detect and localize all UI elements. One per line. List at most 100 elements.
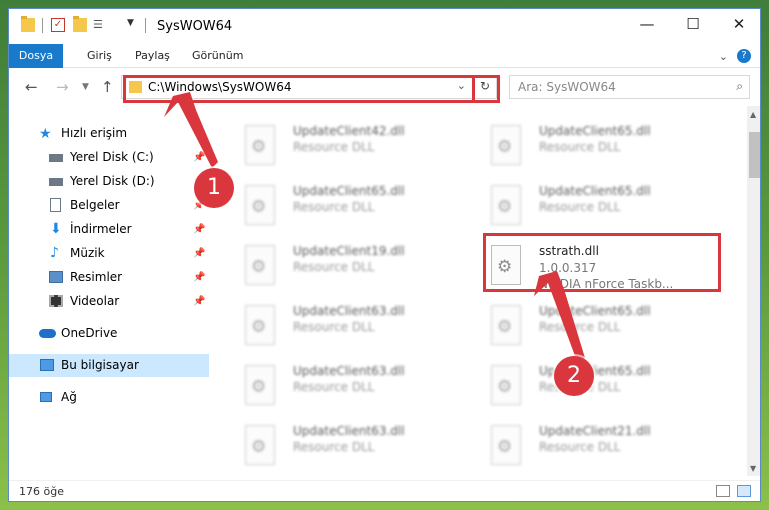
tiles-view-icon[interactable] [737,485,751,497]
tab-home[interactable]: Giriş [77,44,122,68]
file-type: Resource DLL [293,200,375,214]
chevron-down-icon[interactable]: ▼ [127,18,141,32]
sidebar-item-onedrive[interactable]: OneDrive [9,322,209,345]
file-item[interactable]: UpdateClient63.dll Resource DLL [229,302,469,357]
file-item[interactable]: UpdateClient63.dll Resource DLL [229,362,469,417]
sidebar-item-label: Ağ [61,390,77,404]
file-item[interactable]: UpdateClient65.dll Resource DLL [475,362,715,417]
file-item[interactable]: UpdateClient65.dll Resource DLL [475,302,715,357]
search-placeholder[interactable]: Ara: SysWOW64 [518,80,616,94]
step-1-badge: 1 [194,168,234,208]
file-item[interactable]: UpdateClient19.dll Resource DLL [229,242,469,297]
pin-icon[interactable]: 📌 [193,266,205,289]
sidebar-item-quick-access[interactable]: ★ Hızlı erişim [9,122,209,145]
dll-file-icon [245,305,275,345]
sidebar-item-documents[interactable]: Belgeler 📌 [9,194,209,217]
sidebar-item-label: Müzik [70,246,105,260]
dll-file-icon [245,365,275,405]
dll-file-icon [491,185,521,225]
file-item[interactable]: UpdateClient42.dll Resource DLL [229,122,469,177]
file-name: UpdateClient19.dll [293,244,405,258]
chevron-down-icon[interactable]: ⌄ [719,50,728,63]
file-item[interactable]: UpdateClient21.dll Resource DLL [475,422,715,476]
sidebar-item-disk-c[interactable]: Yerel Disk (C:) 📌 [9,146,209,169]
minimize-button[interactable]: — [624,9,670,39]
details-view-icon[interactable] [716,485,730,497]
sidebar-item-network[interactable]: Ağ [9,386,209,409]
file-item[interactable]: UpdateClient63.dll Resource DLL [229,422,469,476]
up-arrow-icon[interactable]: ↑ [101,78,114,96]
file-name: UpdateClient63.dll [293,304,405,318]
file-type: Resource DLL [539,320,621,334]
search-box[interactable]: Ara: SysWOW64 ⌕ [509,75,750,99]
customize-icon[interactable]: ☰ [93,18,107,32]
close-button[interactable]: ✕ [716,9,760,39]
chevron-down-icon[interactable]: ▼ [82,82,89,92]
forward-arrow-icon[interactable]: → [56,78,69,96]
sidebar-item-label: Bu bilgisayar [61,358,139,372]
vertical-scrollbar[interactable]: ▲ ▼ [747,106,760,476]
sidebar-item-music[interactable]: ♪ Müzik 📌 [9,242,209,265]
scroll-down-icon[interactable]: ▼ [750,464,756,473]
sidebar-item-label: Resimler [70,270,123,284]
tab-view[interactable]: Görünüm [182,44,253,68]
file-type: Resource DLL [539,200,621,214]
dll-file-icon [491,305,521,345]
ribbon: Dosya Giriş Paylaş Görünüm ⌄ ? [9,44,760,68]
scroll-up-icon[interactable]: ▲ [750,110,756,119]
cloud-icon [39,329,56,338]
tab-share[interactable]: Paylaş [125,44,180,68]
file-type: Resource DLL [539,440,621,454]
tab-file[interactable]: Dosya [9,44,63,68]
documents-icon [50,198,61,212]
network-icon [40,392,52,402]
file-type: Resource DLL [293,260,375,274]
video-icon [49,295,63,307]
computer-icon [40,359,54,371]
dll-file-icon [245,125,275,165]
window-title: SysWOW64 [157,19,233,34]
title-bar: ✓ ☰ ▼ SysWOW64 — ☐ ✕ [9,9,760,44]
new-folder-icon[interactable] [73,16,87,32]
pin-icon[interactable]: 📌 [193,146,205,169]
file-item[interactable]: UpdateClient65.dll Resource DLL [475,182,715,237]
music-icon: ♪ [50,245,59,261]
sidebar-item-downloads[interactable]: ⬇ İndirmeler 📌 [9,218,209,241]
pin-icon[interactable]: 📌 [193,290,205,313]
file-name: UpdateClient63.dll [293,364,405,378]
sidebar-item-label: OneDrive [61,326,118,340]
file-item[interactable]: UpdateClient65.dll Resource DLL [475,122,715,177]
help-icon[interactable]: ? [737,49,751,63]
drive-icon [49,154,63,162]
sidebar-item-label: İndirmeler [70,222,132,236]
properties-icon[interactable]: ✓ [51,18,65,32]
sidebar-item-this-pc[interactable]: Bu bilgisayar [9,354,209,377]
file-item[interactable]: UpdateClient65.dll Resource DLL [229,182,469,237]
file-type: Resource DLL [293,320,375,334]
file-name: UpdateClient65.dll [539,184,651,198]
sidebar-item-label: Yerel Disk (D:) [70,174,155,188]
dll-file-icon [491,125,521,165]
star-icon: ★ [39,126,52,142]
pin-icon[interactable]: 📌 [193,218,205,241]
maximize-button[interactable]: ☐ [670,9,716,39]
divider [145,18,146,33]
file-name: UpdateClient63.dll [293,424,405,438]
sidebar-item-videos[interactable]: Videolar 📌 [9,290,209,313]
dll-file-icon [245,425,275,465]
sidebar-item-label: Videolar [70,294,120,308]
scrollbar-thumb[interactable] [749,132,760,178]
sidebar-item-disk-d[interactable]: Yerel Disk (D:) 📌 [9,170,209,193]
download-icon: ⬇ [50,221,62,237]
file-type: Resource DLL [293,440,375,454]
sidebar-item-label: Hızlı erişim [61,126,128,140]
pin-icon[interactable]: 📌 [193,242,205,265]
dll-file-icon [491,365,521,405]
search-icon[interactable]: ⌕ [736,79,743,94]
folder-icon [21,16,35,32]
navigation-pane: ★ Hızlı erişim Yerel Disk (C:) 📌 Yerel D… [9,106,209,476]
status-bar: 176 öğe [9,480,760,501]
sidebar-item-pictures[interactable]: Resimler 📌 [9,266,209,289]
divider [42,18,43,33]
back-arrow-icon[interactable]: ← [25,78,38,96]
